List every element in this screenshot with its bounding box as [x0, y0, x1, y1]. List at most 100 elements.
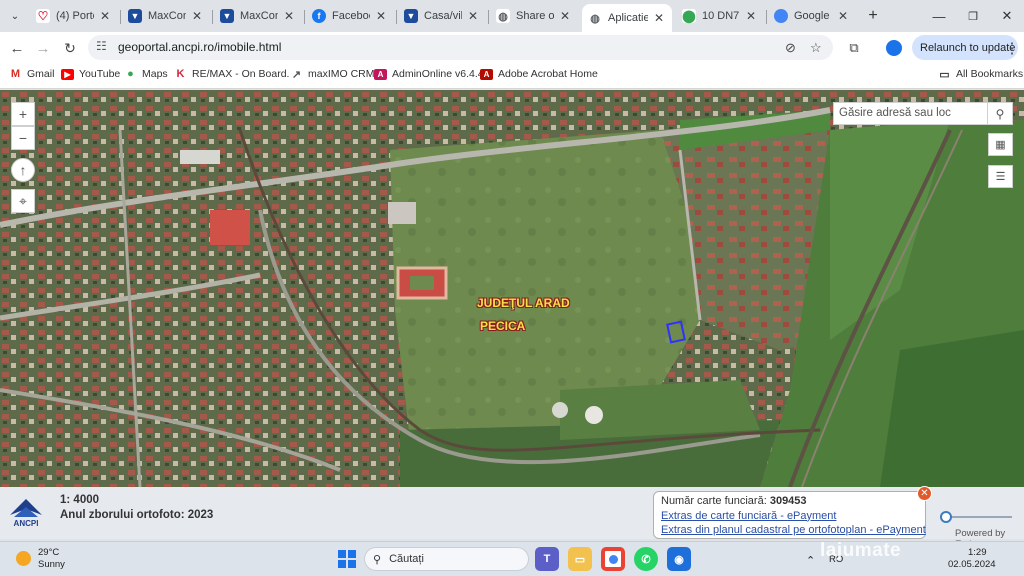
locate-me-button[interactable]: ⌖ — [11, 189, 35, 213]
facebook-icon: f — [312, 9, 326, 23]
gmail-icon: M — [9, 68, 22, 80]
search-icon: ⚲ — [373, 553, 382, 566]
bookmark-adminonline[interactable]: A AdminOnline v6.4.4 — [374, 68, 484, 80]
weather-condition: Sunny — [38, 559, 65, 570]
orthophoto-year: Anul zborului ortofoto: 2023 — [60, 509, 214, 521]
cf-extract-link[interactable]: Extras de carte funciară - ePayment — [661, 510, 836, 522]
maps-pin-icon: ⬤ — [682, 9, 696, 23]
clock-time[interactable]: 1:29 — [968, 547, 987, 558]
remax-heart-icon: ♡ — [36, 9, 50, 23]
tab-maxconti-1[interactable]: ▼ MaxConti ✕ — [122, 4, 210, 28]
county-label: JUDEŢUL ARAD — [477, 296, 570, 310]
zoom-in-button[interactable]: + — [11, 102, 35, 126]
sun-icon[interactable] — [16, 551, 31, 566]
map-scale: 1: 4000 — [60, 494, 100, 506]
bookmark-remax-onboard[interactable]: K RE/MAX - On Board... — [174, 68, 295, 80]
close-tab-icon[interactable]: ✕ — [836, 9, 850, 23]
opacity-slider-handle[interactable] — [940, 511, 952, 523]
opacity-slider-track[interactable] — [946, 516, 1012, 518]
tab-strip: ⌄ ♡ (4) Portof ✕ ▼ MaxConti ✕ ▼ MaxConti… — [0, 0, 1024, 32]
close-tab-icon[interactable]: ✕ — [190, 9, 204, 23]
site-info-icon[interactable]: ☷ — [96, 39, 107, 53]
town-label: PECICA — [480, 319, 526, 333]
taskbar-search-box[interactable]: ⚲ Căutați — [364, 547, 529, 571]
tab-maxconti-2[interactable]: ▼ MaxConti ✕ — [214, 4, 302, 28]
maps-pin-icon: ● — [124, 68, 137, 80]
close-popup-icon[interactable]: ✕ — [917, 486, 932, 501]
map-view[interactable]: JUDEŢUL ARAD PECICA + − ↑ ⌖ Găsire adres… — [0, 90, 1024, 487]
chrome-icon[interactable] — [601, 547, 625, 571]
tab-casa-vila[interactable]: ▼ Casa/vila ✕ — [398, 4, 486, 28]
search-placeholder: Găsire adresă sau loc — [839, 107, 951, 119]
remax-balloon-icon: ▼ — [404, 9, 418, 23]
tray-overflow-icon[interactable]: ⌃ — [806, 554, 815, 567]
bookmark-star-icon[interactable]: ☆ — [810, 40, 822, 56]
chrome-menu-icon[interactable]: ⋮ — [1000, 36, 1024, 60]
cf-number-value: 309453 — [769, 495, 807, 507]
back-button[interactable]: ← — [5, 36, 29, 60]
close-tab-icon[interactable]: ✕ — [558, 9, 572, 23]
tab-share-on[interactable]: ◍ Share on ✕ — [490, 4, 578, 28]
profile-avatar[interactable] — [882, 36, 906, 60]
bookmark-label: Adobe Acrobat Home — [498, 68, 598, 80]
adminonline-icon: A — [374, 68, 387, 80]
close-tab-icon[interactable]: ✕ — [282, 9, 296, 23]
tab-google-earth[interactable]: Google E ✕ — [768, 4, 856, 28]
all-bookmarks-button[interactable]: ▭ All Bookmarks — [938, 68, 1024, 81]
bookmark-label: Gmail — [27, 68, 55, 80]
close-tab-icon[interactable]: ✕ — [374, 9, 388, 23]
bookmark-gmail[interactable]: M Gmail — [9, 68, 54, 80]
teams-icon[interactable]: T — [535, 547, 559, 571]
bookmark-label: Maps — [142, 68, 168, 80]
remax-balloon-icon: ▼ — [128, 9, 142, 23]
close-window-button[interactable]: ✕ — [992, 6, 1022, 26]
bookmark-label: AdminOnline v6.4.4 — [392, 68, 484, 80]
whatsapp-icon[interactable]: ✆ — [634, 547, 658, 571]
compass-north-button[interactable]: ↑ — [11, 158, 35, 182]
bookmark-youtube[interactable]: ▶ YouTube — [61, 68, 120, 80]
close-tab-icon[interactable]: ✕ — [98, 9, 112, 23]
minimize-button[interactable]: — — [924, 6, 954, 26]
tab-title: Aplicatie — [608, 12, 648, 24]
basemap-gallery-icon[interactable]: ▦ — [988, 133, 1013, 156]
tab-title: Share on — [516, 10, 554, 22]
app-icon[interactable]: ◉ — [667, 547, 691, 571]
restore-button[interactable]: ❐ — [958, 6, 988, 26]
svg-text:ANCPI: ANCPI — [14, 519, 39, 528]
reload-button[interactable]: ↻ — [58, 36, 82, 60]
layer-list-icon[interactable]: ☰ — [988, 165, 1013, 188]
bookmark-maps[interactable]: ● Maps — [124, 68, 168, 80]
tab-title: Casa/vila — [424, 10, 462, 22]
tab-search-menu-button[interactable]: ⌄ — [4, 6, 26, 26]
address-bar[interactable]: ☷ geoportal.ancpi.ro/imobile.html ⊘ ☆ — [88, 35, 833, 60]
close-tab-icon[interactable]: ✕ — [744, 9, 758, 23]
new-tab-button[interactable]: + — [858, 6, 888, 26]
forward-button[interactable]: → — [31, 36, 55, 60]
cf-number-label: Număr carte funciară: — [661, 495, 767, 507]
extensions-icon[interactable]: ⧉ — [842, 36, 866, 60]
bookmarks-bar: M Gmail ▶ YouTube ● Maps K RE/MAX - On B… — [0, 62, 1024, 89]
bookmark-label: YouTube — [79, 68, 121, 80]
search-icon[interactable]: ⚲ — [988, 102, 1013, 125]
file-explorer-icon[interactable]: ▭ — [568, 547, 592, 571]
eye-off-icon[interactable]: ⊘ — [785, 40, 796, 56]
folder-icon: ▭ — [938, 68, 951, 81]
bookmark-maximo-crm[interactable]: ↗ maxIMO CRM — [290, 68, 375, 81]
close-tab-icon[interactable]: ✕ — [652, 11, 666, 25]
maximo-icon: ↗ — [290, 68, 303, 81]
tab-title: Google E — [794, 10, 832, 22]
tab-aplicatie-active[interactable]: ◍ Aplicatie ✕ — [582, 4, 672, 32]
zoom-out-button[interactable]: − — [11, 126, 35, 150]
youtube-icon: ▶ — [61, 68, 74, 80]
close-tab-icon[interactable]: ✕ — [466, 9, 480, 23]
clock-date[interactable]: 02.05.2024 — [948, 559, 996, 570]
all-bookmarks-label: All Bookmarks — [956, 68, 1024, 80]
bookmark-acrobat[interactable]: A Adobe Acrobat Home — [480, 68, 598, 80]
tab-portofoliu[interactable]: ♡ (4) Portof ✕ — [30, 4, 118, 28]
tab-facebook[interactable]: f Facebook ✕ — [306, 4, 394, 28]
windows-start-icon[interactable] — [335, 547, 359, 571]
tab-dn7[interactable]: ⬤ 10 DN7 - ✕ — [676, 4, 764, 28]
remax-k-icon: K — [174, 68, 187, 80]
address-search-input[interactable]: Găsire adresă sau loc — [833, 102, 988, 125]
cadastral-plan-extract-link[interactable]: Extras din planul cadastral pe ortofotop… — [661, 524, 926, 536]
